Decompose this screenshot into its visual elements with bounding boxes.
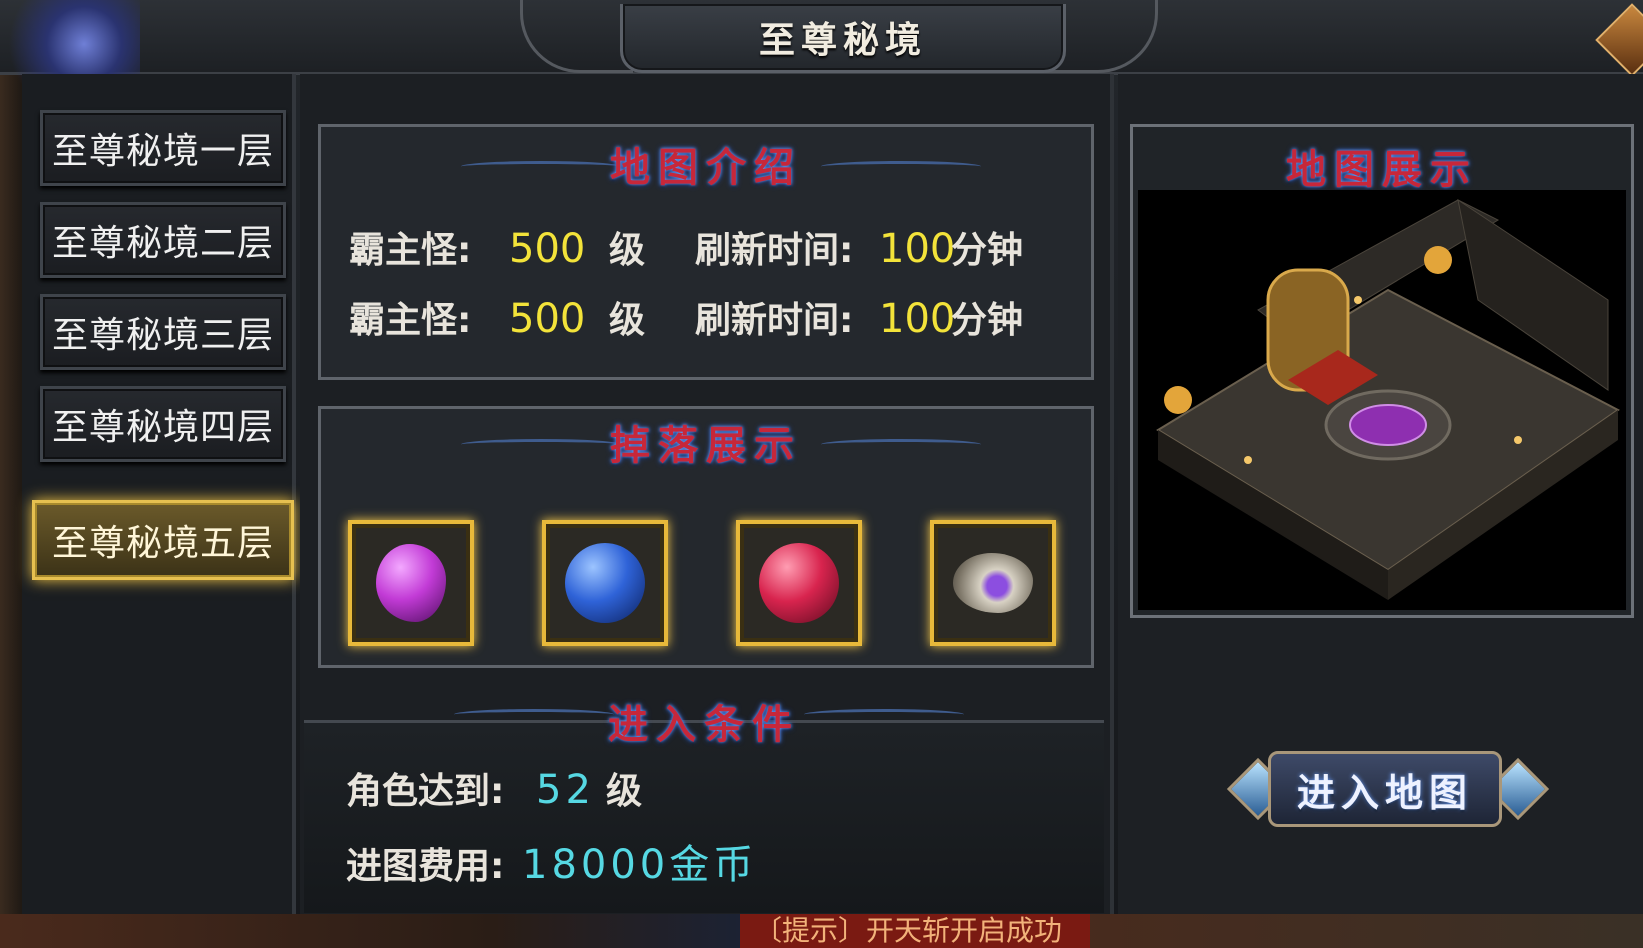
level-requirement-unit: 级 xyxy=(606,771,643,812)
drop-item-slot-1[interactable] xyxy=(348,520,474,646)
refresh-value: 100 xyxy=(879,226,956,272)
window-title: 至尊秘境 xyxy=(758,19,927,61)
entry-fee-value: 18000金币 xyxy=(522,842,758,888)
boss-label: 霸主怪: xyxy=(349,230,472,271)
level-requirement-label: 角色达到: xyxy=(346,771,505,812)
entry-conditions-title: 进入条件 xyxy=(608,701,800,748)
refresh-label: 刷新时间: xyxy=(695,230,854,271)
floor-tab-label: 至尊秘境四层 xyxy=(51,407,274,448)
floor-tab-2[interactable]: 至尊秘境二层 xyxy=(40,202,286,278)
floor-tab-label: 至尊秘境五层 xyxy=(51,523,274,564)
enter-map-plate: 进入地图 xyxy=(1268,751,1502,827)
level-unit: 级 xyxy=(609,230,646,271)
entry-fee-label: 进图费用: xyxy=(346,846,505,887)
refresh-value: 100 xyxy=(879,296,956,342)
level-requirement-value: 52 xyxy=(536,767,595,813)
floor-tab-3[interactable]: 至尊秘境三层 xyxy=(40,294,286,370)
level-requirement-row: 角色达到: 52 级 xyxy=(346,762,642,814)
system-notice: 〔提示〕开天斩开启成功 xyxy=(740,914,1090,948)
floor-tab-label: 至尊秘境二层 xyxy=(51,223,274,264)
enter-map-label: 进入地图 xyxy=(1296,769,1473,815)
floor-tab-1[interactable]: 至尊秘境一层 xyxy=(40,110,286,186)
drop-item-slot-4[interactable] xyxy=(930,520,1056,646)
map-intro-title: 地图介绍 xyxy=(610,144,802,191)
floor-list xyxy=(22,74,296,914)
drop-item-slot-2[interactable] xyxy=(542,520,668,646)
silver-ore-with-gem-icon xyxy=(953,553,1033,613)
map-preview-illustration xyxy=(1156,198,1620,600)
refresh-unit: 分钟 xyxy=(951,300,1024,341)
refresh-unit: 分钟 xyxy=(951,230,1024,271)
floor-tab-5-selected[interactable]: 至尊秘境五层 xyxy=(32,500,294,580)
drop-item-slot-3[interactable] xyxy=(736,520,862,646)
map-preview-image xyxy=(1138,190,1626,610)
refresh-label: 刷新时间: xyxy=(695,300,854,341)
map-display-title: 地图展示 xyxy=(1286,146,1478,193)
boss-level-value: 500 xyxy=(509,226,586,272)
boss-row-1: 霸主怪: 500 级 刷新时间: 100 分钟 xyxy=(349,221,1023,273)
purple-crystal-icon xyxy=(376,544,446,622)
floor-tab-label: 至尊秘境一层 xyxy=(51,131,274,172)
floor-tab-4[interactable]: 至尊秘境四层 xyxy=(40,386,286,462)
red-rune-stone-icon xyxy=(759,543,839,623)
left-border-decoration xyxy=(0,74,22,924)
drops-title: 掉落展示 xyxy=(610,422,802,469)
window-title-plate: 至尊秘境 xyxy=(620,4,1066,73)
boss-level-value: 500 xyxy=(509,296,586,342)
boss-label: 霸主怪: xyxy=(349,300,472,341)
boss-row-2: 霸主怪: 500 级 刷新时间: 100 分钟 xyxy=(349,291,1023,343)
map-intro-section: 地图介绍 霸主怪: 500 级 刷新时间: 100 分钟 霸主怪: 500 级 … xyxy=(318,124,1094,380)
level-unit: 级 xyxy=(609,300,646,341)
blue-rune-stone-icon xyxy=(565,543,645,623)
floor-tab-label: 至尊秘境三层 xyxy=(51,315,274,356)
enter-map-button[interactable]: 进入地图 xyxy=(1226,745,1550,833)
entry-fee-row: 进图费用: 18000金币 xyxy=(346,832,757,890)
